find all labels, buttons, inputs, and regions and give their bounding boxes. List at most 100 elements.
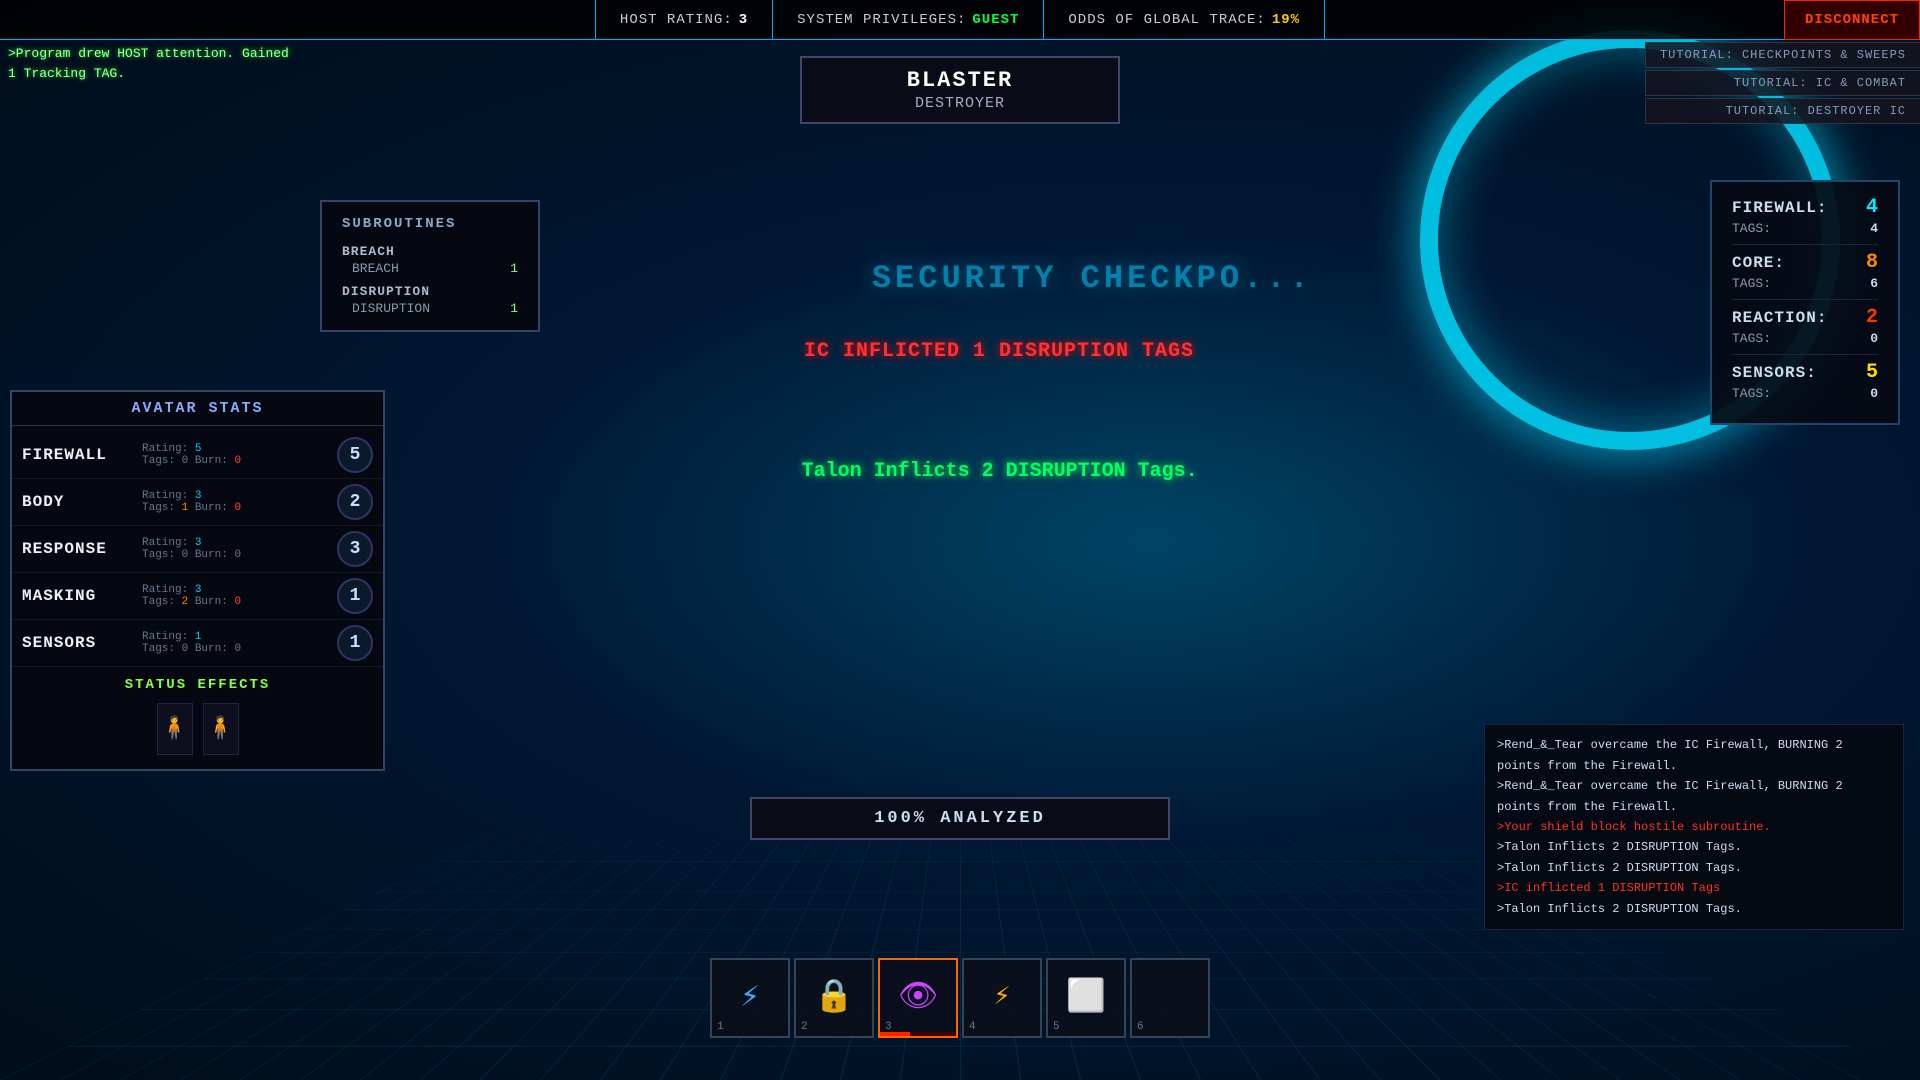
hotbar-num-4: 4 [969, 1021, 976, 1033]
firewall-label: Firewall: [1732, 199, 1827, 217]
reaction-tags-label: TAGS: [1732, 331, 1771, 346]
body-tags: 1 [182, 502, 189, 514]
status-icon-2: 🧍 [203, 703, 239, 755]
core-tags-row: TAGS: 6 [1732, 276, 1878, 291]
hotbar-icon-6 [1154, 982, 1186, 1014]
status-icon-1: 🧍 [157, 703, 193, 755]
hotbar-icon-5: ⬜ [1066, 982, 1106, 1014]
hotbar-num-2: 2 [801, 1021, 808, 1033]
disconnect-button[interactable]: Disconnect [1784, 0, 1920, 40]
stat-row-response: Response Rating: 3 Tags: 0 Burn: 0 3 [12, 526, 383, 573]
tutorial-item-2[interactable]: Tutorial: IC & Combat [1645, 70, 1920, 96]
sys-priv-label: System Privileges: [797, 12, 966, 28]
analysis-text: 100% Analyzed [802, 809, 1118, 828]
core-tags-label: TAGS: [1732, 276, 1771, 291]
stat-details-sensors: Rating: 1 Tags: 0 Burn: 0 [142, 631, 337, 655]
stat-ball-masking: 1 [337, 578, 373, 614]
firewall-value: 4 [1866, 196, 1878, 219]
firewall-tags-value: 4 [1870, 221, 1878, 236]
reaction-tags-value: 0 [1870, 331, 1878, 346]
sensors-tags-row: TAGS: 0 [1732, 386, 1878, 401]
core-value: 8 [1866, 251, 1878, 274]
battle-log: >Rend_&_Tear overcame the IC Firewall, B… [1484, 724, 1904, 930]
host-stats-panel: Firewall: 4 TAGS: 4 Core: 8 TAGS: 6 Reac… [1710, 180, 1900, 425]
hotbar-slot-3[interactable]: 👁 3 [878, 958, 958, 1038]
sys-priv-value: GUEST [972, 12, 1019, 28]
combat-message-1: IC inflicted 1 DISRUPTION Tags [804, 340, 1194, 363]
log-line-6: >IC inflicted 1 DISRUPTION Tags [1497, 878, 1891, 898]
sub-item-breach-count: 1 [510, 261, 518, 276]
hotbar-num-1: 1 [717, 1021, 724, 1033]
sub-item-breach-name: Breach [352, 261, 399, 276]
firewall-tags-row: TAGS: 4 [1732, 221, 1878, 236]
host-rating-value: 3 [739, 12, 748, 28]
stat-ball-body: 2 [337, 484, 373, 520]
security-checkpoint-text: SECURITY CHECKPO... [872, 260, 1313, 297]
avatar-stats-panel: Avatar Stats Firewall Rating: 5 Tags: 0 … [10, 390, 385, 771]
firewall-tags-label: TAGS: [1732, 221, 1771, 236]
reaction-tags-row: TAGS: 0 [1732, 331, 1878, 346]
firewall-stat-row: Firewall: 4 [1732, 196, 1878, 219]
sub-category-disruption: Disruption [342, 284, 518, 299]
hotbar: ⚡ 1 🔒 2 👁 3 ⚡ 4 ⬜ 5 6 [710, 958, 1210, 1038]
sub-item-breach: Breach 1 [342, 261, 518, 276]
core-tags-value: 6 [1870, 276, 1878, 291]
host-rating-label: HOST Rating: [620, 12, 733, 28]
sub-category-breach: Breach [342, 244, 518, 259]
hotbar-num-6: 6 [1137, 1021, 1144, 1033]
core-stat-row: Core: 8 [1732, 251, 1878, 274]
fw-tags: 0 [182, 455, 189, 467]
body-burn: 0 [234, 502, 241, 514]
host-rating-stat: HOST Rating: 3 [595, 0, 773, 39]
sub-item-disruption-count: 1 [510, 301, 518, 316]
stat-ball-response: 3 [337, 531, 373, 567]
stat-name-sensors: Sensors [22, 634, 142, 652]
stat-details-body: Rating: 3 Tags: 1 Burn: 0 [142, 490, 337, 514]
tutorial-item-3[interactable]: Tutorial: Destroyer IC [1645, 98, 1920, 124]
trace-value: 19% [1272, 12, 1300, 28]
hotbar-slot-4[interactable]: ⚡ 4 [962, 958, 1042, 1038]
hotbar-slot-5[interactable]: ⬜ 5 [1046, 958, 1126, 1038]
top-log-line1: >Program drew HOST attention. Gained [8, 44, 289, 64]
entity-type: Destroyer [862, 95, 1058, 112]
log-line-1: >Rend_&_Tear overcame the IC Firewall, B… [1497, 735, 1891, 776]
stat-details-firewall: Rating: 5 Tags: 0 Burn: 0 [142, 443, 337, 467]
stat-row-sensors: Sensors Rating: 1 Tags: 0 Burn: 0 1 [12, 620, 383, 667]
reaction-label: Reaction: [1732, 309, 1827, 327]
core-label: Core: [1732, 254, 1785, 272]
stat-row-firewall: Firewall Rating: 5 Tags: 0 Burn: 0 5 [12, 432, 383, 479]
stat-row-masking: Masking Rating: 3 Tags: 2 Burn: 0 1 [12, 573, 383, 620]
hotbar-icon-2: 🔒 [814, 982, 854, 1014]
hotbar-slot-6[interactable]: 6 [1130, 958, 1210, 1038]
sens-burn: 0 [234, 643, 241, 655]
status-effects-label: Status Effects [12, 667, 383, 699]
hotbar-slot-1[interactable]: ⚡ 1 [710, 958, 790, 1038]
top-log-line2: 1 Tracking TAG. [8, 64, 289, 84]
trace-stat: Odds of Global Trace: 19% [1044, 0, 1325, 39]
hotbar-bar-3 [880, 1032, 956, 1036]
resp-burn: 0 [234, 549, 241, 561]
fw-rating: 5 [195, 443, 202, 455]
log-line-4: >Talon Inflicts 2 DISRUPTION Tags. [1497, 837, 1891, 857]
sensors-tags-value: 0 [1870, 386, 1878, 401]
hotbar-icon-3: 👁 [898, 982, 939, 1014]
mask-burn: 0 [234, 596, 241, 608]
log-line-7: >Talon Inflicts 2 DISRUPTION Tags. [1497, 899, 1891, 919]
stat-details-response: Rating: 3 Tags: 0 Burn: 0 [142, 537, 337, 561]
log-line-5: >Talon Inflicts 2 DISRUPTION Tags. [1497, 858, 1891, 878]
resp-rating: 3 [195, 537, 202, 549]
sensors-stat-row: Sensors: 5 [1732, 361, 1878, 384]
hotbar-num-5: 5 [1053, 1021, 1060, 1033]
sens-rating: 1 [195, 631, 202, 643]
analysis-bar: 100% Analyzed [750, 797, 1170, 840]
avatar-stats-title: Avatar Stats [12, 392, 383, 426]
log-line-3: >Your shield block hostile subroutine. [1497, 817, 1891, 837]
sens-tags: 0 [182, 643, 189, 655]
top-log: >Program drew HOST attention. Gained 1 T… [8, 44, 289, 83]
trace-label: Odds of Global Trace: [1068, 12, 1265, 28]
hotbar-slot-2[interactable]: 🔒 2 [794, 958, 874, 1038]
sensors-label: Sensors: [1732, 364, 1817, 382]
status-icons-area: 🧍 🧍 [12, 699, 383, 759]
tutorial-item-1[interactable]: Tutorial: Checkpoints & Sweeps [1645, 42, 1920, 68]
entity-panel: Blaster Destroyer [800, 56, 1120, 124]
